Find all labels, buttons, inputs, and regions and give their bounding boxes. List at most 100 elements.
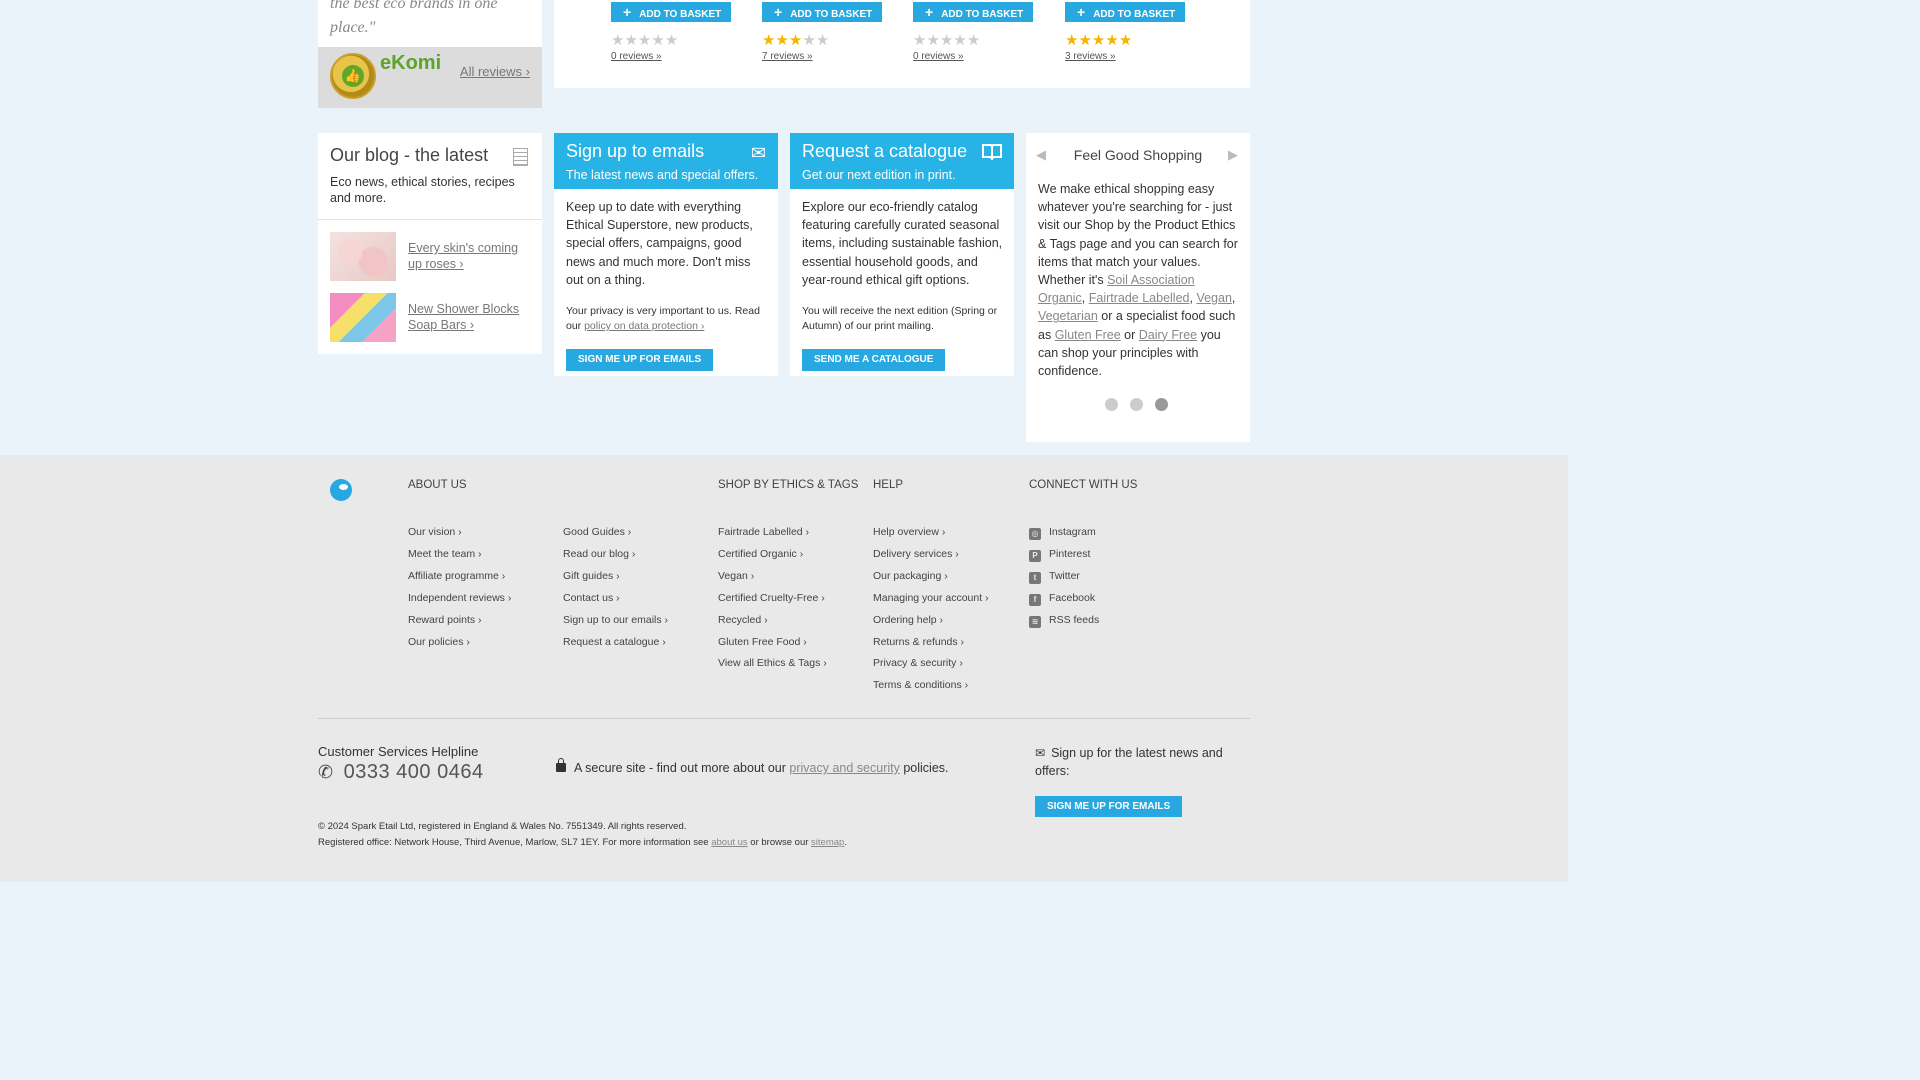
- add-to-basket-button[interactable]: + ADD TO BASKET: [913, 2, 1033, 22]
- ekomi-seal-icon: 👍: [330, 53, 376, 99]
- reviews-link[interactable]: 0 reviews »: [913, 51, 1043, 62]
- footer-link[interactable]: Gluten Free Food ›: [718, 632, 868, 654]
- footer-link[interactable]: Terms & conditions ›: [873, 675, 1023, 697]
- blog-item-link[interactable]: Every skin's coming up roses ›: [408, 240, 528, 272]
- footer-link[interactable]: Vegan ›: [718, 566, 868, 588]
- pinterest-icon: P: [1029, 549, 1041, 562]
- footer-connect-column: CONNECT WITH US ◎ Instagram P Pinterest t Twi…: [1029, 478, 1137, 628]
- send-catalogue-button[interactable]: SEND ME A CATALOGUE: [802, 349, 946, 371]
- star-icon: ★: [664, 32, 679, 49]
- helpline-label: Customer Services Helpline: [318, 744, 479, 759]
- footer-link[interactable]: Independent reviews ›: [408, 588, 558, 610]
- card-subtitle: Get our next edition in print.: [802, 168, 956, 182]
- star-icon: ★: [913, 32, 927, 49]
- carousel-dot[interactable]: [1105, 398, 1118, 411]
- privacy-security-link[interactable]: privacy and security: [789, 761, 899, 775]
- star-icon: ★: [1091, 32, 1106, 49]
- star-icon: ★: [1065, 32, 1079, 49]
- star-rating: ★★★★★: [762, 33, 892, 49]
- star-icon: ★: [815, 32, 830, 49]
- social-label: Facebook: [1049, 591, 1096, 604]
- footer-link[interactable]: Privacy & security ›: [873, 653, 1023, 675]
- footer-link[interactable]: Certified Cruelty-Free ›: [718, 588, 868, 610]
- copyright-block: © 2024 Spark Etail Ltd, registered in En…: [318, 819, 847, 851]
- social-link[interactable]: ≋ RSS feeds: [1029, 610, 1179, 632]
- footer-link[interactable]: Our policies ›: [408, 632, 558, 654]
- plus-icon: +: [1077, 4, 1086, 20]
- footer-link[interactable]: Our packaging ›: [873, 566, 1023, 588]
- about-us-link[interactable]: about us: [711, 837, 747, 848]
- envelope-icon: ✉: [750, 143, 766, 163]
- phone-number[interactable]: ✆ 0333 400 0464: [318, 761, 484, 784]
- brand-logo-icon[interactable]: [330, 479, 352, 501]
- footer-link[interactable]: Reward points ›: [408, 610, 558, 632]
- social-link[interactable]: f Facebook: [1029, 588, 1179, 610]
- footer-link[interactable]: Contact us ›: [563, 588, 713, 610]
- footer-link[interactable]: Managing your account ›: [873, 588, 1023, 610]
- footer-link[interactable]: Affiliate programme ›: [408, 566, 558, 588]
- footer-link[interactable]: Sign up to our emails ›: [563, 610, 713, 632]
- footer-links: Our vision › Meet the team › Affiliate pro…: [408, 522, 558, 653]
- all-reviews-link[interactable]: All reviews ›: [460, 64, 530, 79]
- footer-ethics-column: SHOP BY ETHICS & TAGS Fairtrade Labelled…: [718, 478, 858, 669]
- footer-link[interactable]: Good Guides ›: [563, 522, 713, 544]
- document-icon: [513, 148, 528, 166]
- add-to-basket-button[interactable]: + ADD TO BASKET: [1065, 2, 1185, 22]
- privacy-note: Your privacy is very important to us. Re…: [566, 305, 760, 332]
- star-icon: ★: [651, 32, 665, 49]
- reviews-link[interactable]: 3 reviews »: [1065, 51, 1195, 62]
- footer-link[interactable]: Recycled ›: [718, 610, 868, 632]
- footer-sign-up-button[interactable]: SIGN ME UP FOR EMAILS: [1035, 796, 1183, 817]
- envelope-icon: ✉: [1035, 746, 1046, 760]
- footer-link[interactable]: Delivery services ›: [873, 544, 1023, 566]
- social-link[interactable]: t Twitter: [1029, 566, 1179, 588]
- social-link[interactable]: P Pinterest: [1029, 544, 1179, 566]
- social-link[interactable]: ◎ Instagram: [1029, 522, 1179, 544]
- phone-icon: ✆: [318, 762, 334, 782]
- facebook-icon: f: [1029, 593, 1041, 606]
- star-icon: ★: [939, 32, 954, 49]
- social-label: Twitter: [1049, 569, 1080, 582]
- plus-icon: +: [925, 4, 934, 20]
- soap-bars-thumbnail[interactable]: [330, 293, 396, 342]
- carousel-next-arrow-icon[interactable]: ▶: [1228, 147, 1238, 163]
- footer-link[interactable]: Request a catalogue ›: [563, 632, 713, 654]
- footer-link[interactable]: Fairtrade Labelled ›: [718, 522, 868, 544]
- gluten-free-link[interactable]: Gluten Free: [1055, 328, 1121, 342]
- carousel-dots: [1105, 398, 1180, 416]
- reviews-link[interactable]: 7 reviews »: [762, 51, 892, 62]
- footer-link[interactable]: Ordering help ›: [873, 610, 1023, 632]
- footer-link[interactable]: Meet the team ›: [408, 544, 558, 566]
- star-icon: ★: [775, 32, 789, 49]
- blog-item[interactable]: New Shower Blocks Soap Bars ›: [330, 293, 530, 343]
- footer-link[interactable]: Read our blog ›: [563, 544, 713, 566]
- vegan-link[interactable]: Vegan: [1196, 291, 1231, 305]
- footer-link[interactable]: Returns & refunds ›: [873, 632, 1023, 654]
- roses-thumbnail[interactable]: [330, 232, 396, 281]
- footer-links: Good Guides › Read our blog › Gift guides …: [563, 522, 713, 653]
- carousel-dot[interactable]: [1155, 398, 1168, 411]
- carousel-dot[interactable]: [1130, 398, 1143, 411]
- footer-links: Fairtrade Labelled › Certified Organic › V…: [718, 522, 868, 675]
- footer-links: Help overview › Delivery services › Our pa…: [873, 522, 1023, 697]
- reviews-link[interactable]: 0 reviews »: [611, 51, 741, 62]
- footer-link[interactable]: Our vision ›: [408, 522, 558, 544]
- footer-link[interactable]: Certified Organic ›: [718, 544, 868, 566]
- dairy-free-link[interactable]: Dairy Free: [1139, 328, 1197, 342]
- vegetarian-link[interactable]: Vegetarian: [1038, 309, 1098, 323]
- carousel-text: We make ethical shopping easy whatever y…: [1038, 182, 1238, 379]
- social-label: Pinterest: [1049, 547, 1091, 560]
- add-to-basket-button[interactable]: + ADD TO BASKET: [611, 2, 731, 22]
- star-icon: ★: [926, 32, 940, 49]
- footer-link[interactable]: Gift guides ›: [563, 566, 713, 588]
- sitemap-link[interactable]: sitemap: [811, 837, 844, 848]
- footer-link[interactable]: Help overview ›: [873, 522, 1023, 544]
- fairtrade-link[interactable]: Fairtrade Labelled: [1089, 291, 1190, 305]
- add-to-basket-button[interactable]: + ADD TO BASKET: [762, 2, 882, 22]
- blog-item[interactable]: Every skin's coming up roses ›: [330, 232, 530, 282]
- blog-item-link[interactable]: New Shower Blocks Soap Bars ›: [408, 301, 528, 333]
- data-protection-link[interactable]: policy on data protection ›: [584, 320, 704, 332]
- card-title: Sign up to emails: [566, 141, 705, 161]
- footer-link[interactable]: View all Ethics & Tags ›: [718, 653, 868, 675]
- sign-up-emails-button[interactable]: SIGN ME UP FOR EMAILS: [566, 349, 714, 371]
